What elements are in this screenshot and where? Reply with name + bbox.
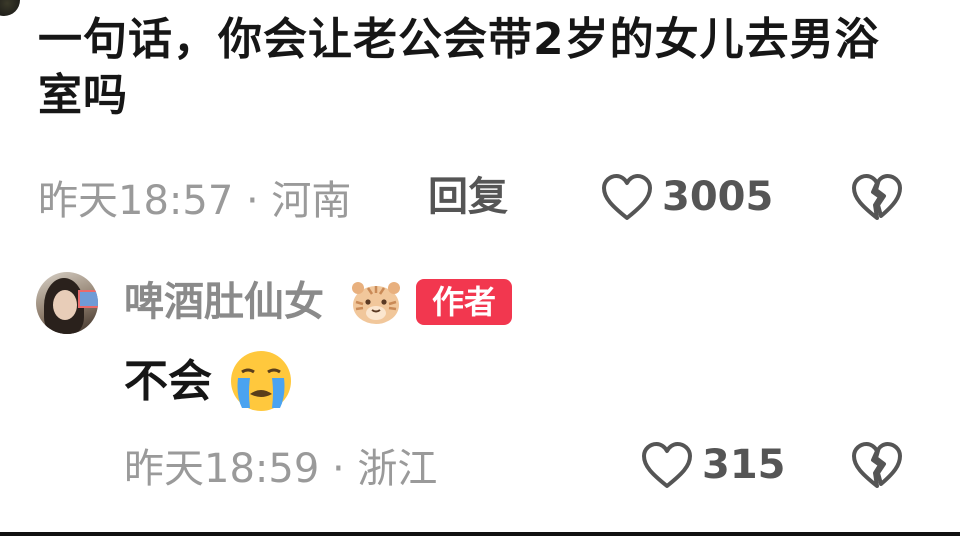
- reply-button[interactable]: 回复: [428, 172, 508, 222]
- reply-meta: 昨天18:59 · 浙江: [124, 440, 437, 492]
- reply-like-count: 315: [702, 442, 786, 488]
- author-badge: 作者: [416, 279, 512, 325]
- reply-text: 不会: [124, 356, 212, 407]
- comment-time-location: 昨天18:57 · 河南: [38, 178, 352, 224]
- comment-like-count: 3005: [662, 174, 774, 220]
- comment-thread: 一句话，你会让老公会带2岁的女儿去男浴室吗 昨天18:57 · 河南 回复 30…: [0, 0, 960, 536]
- loudly-crying-face-icon: [231, 351, 291, 411]
- reply-time-location: 昨天18:59 · 浙江: [124, 446, 438, 492]
- heart-outline-icon: [602, 174, 652, 220]
- heart-outline-icon: [642, 442, 692, 488]
- reply-like-button[interactable]: 315: [640, 440, 786, 490]
- broken-heart-icon[interactable]: [848, 436, 906, 494]
- comment-like-button[interactable]: 3005: [600, 172, 773, 222]
- comment-text: 一句话，你会让老公会带2岁的女儿去男浴室吗: [38, 14, 880, 121]
- bottom-divider: [0, 532, 960, 536]
- reply-username[interactable]: 啤酒肚仙女: [124, 276, 324, 328]
- user-avatar[interactable]: [36, 272, 98, 334]
- comment-meta: 昨天18:57 · 河南: [38, 172, 351, 224]
- parent-avatar-fragment[interactable]: [0, 0, 20, 16]
- tiger-face-icon: [352, 282, 400, 324]
- broken-heart-icon[interactable]: [848, 168, 906, 226]
